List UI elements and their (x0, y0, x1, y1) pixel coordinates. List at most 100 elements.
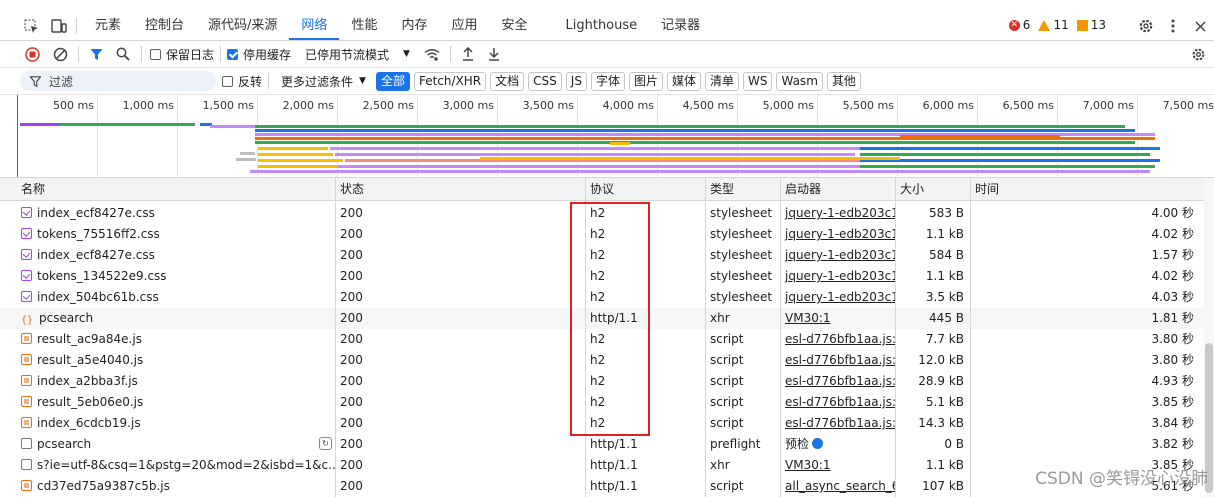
tab-6[interactable]: 应用 (439, 12, 489, 40)
export-har-download-icon[interactable] (483, 41, 505, 67)
cell-initiator[interactable]: esl-d776bfb1aa.js:3 (780, 350, 895, 371)
filter-chip-2[interactable]: 文档 (490, 71, 525, 91)
invert-checkbox[interactable]: 反转 (222, 68, 262, 94)
stop-recording-icon[interactable] (20, 41, 44, 67)
cell-name[interactable]: result_ac9a84e.js (16, 329, 336, 350)
table-row[interactable]: cd37ed75a9387c5b.js 200 http/1.1 script all_… (0, 476, 1214, 497)
cell-initiator[interactable]: VM30:1 (780, 308, 895, 329)
table-row[interactable]: pcsearch ↻ 200 http/1.1 preflight 预检 0 B 3.82 秒 (0, 434, 1214, 455)
cell-name[interactable]: index_ecf8427e.css (16, 203, 336, 224)
throttling-select[interactable]: 已停用节流模式 ▼ (305, 41, 410, 67)
cell-name[interactable]: result_5eb06e0.js (16, 392, 336, 413)
cell-status: 200 (335, 434, 585, 455)
cell-initiator[interactable]: jquery-1-edb203c1 (780, 266, 895, 287)
search-icon[interactable] (111, 41, 135, 67)
table-row[interactable]: s?ie=utf-8&csq=1&pstg=20&mod=2&isbd=1&c.… (0, 455, 1214, 476)
tab-1[interactable]: 控制台 (133, 12, 196, 40)
cell-name[interactable]: tokens_134522e9.css (16, 266, 336, 287)
more-options-icon[interactable] (1160, 12, 1186, 40)
import-har-upload-icon[interactable] (457, 41, 479, 67)
preserve-log-check[interactable] (150, 48, 161, 60)
inspect-element-icon[interactable] (20, 12, 42, 40)
filter-chip-11[interactable]: 其他 (826, 71, 861, 91)
status-text: 200 (340, 353, 363, 367)
more-filters-dropdown[interactable]: 更多过滤条件 ▼ (281, 68, 366, 94)
cell-name[interactable]: index_ecf8427e.css (16, 245, 336, 266)
resend-request-icon[interactable]: ↻ (319, 437, 332, 450)
col-header-type[interactable]: 类型 (705, 178, 780, 200)
col-header-time[interactable]: 时间 (970, 178, 1200, 200)
cell-name[interactable]: pcsearch ↻ (16, 434, 336, 455)
col-header-initiator[interactable]: 启动器 (780, 178, 895, 200)
column-divider[interactable] (335, 178, 336, 497)
disable-cache-checkbox[interactable]: 停用缓存 (227, 41, 291, 67)
tab-5[interactable]: 内存 (389, 12, 439, 40)
cell-initiator[interactable]: jquery-1-edb203c1 (780, 203, 895, 224)
filter-chip-9[interactable]: WS (743, 71, 773, 91)
column-divider[interactable] (780, 178, 781, 497)
tab-0[interactable]: 元素 (83, 12, 133, 40)
disable-cache-check[interactable] (227, 48, 239, 60)
filter-chip-1[interactable]: Fetch/XHR (413, 71, 487, 91)
preserve-log-checkbox[interactable]: 保留日志 (150, 41, 214, 67)
waterfall-bar (860, 159, 1160, 162)
network-conditions-wifi-icon[interactable] (420, 41, 444, 67)
cell-initiator[interactable]: 预检 (780, 434, 895, 455)
filter-chip-0[interactable]: 全部 (375, 71, 410, 91)
cell-initiator[interactable]: esl-d776bfb1aa.js:3 (780, 413, 895, 434)
cell-name[interactable]: index_a2bba3f.js (16, 371, 336, 392)
cell-name[interactable]: index_504bc61b.css (16, 287, 336, 308)
device-toolbar-icon[interactable] (48, 12, 70, 40)
tab-2[interactable]: 源代码/来源 (196, 12, 289, 40)
filter-funnel-icon[interactable] (85, 41, 107, 67)
cell-name[interactable]: tokens_75516ff2.css (16, 224, 336, 245)
filter-input[interactable]: 过滤 (20, 71, 216, 91)
col-header-name[interactable]: 名称 (16, 178, 336, 200)
clear-icon[interactable] (48, 41, 72, 67)
tab-7[interactable]: 安全 (489, 12, 539, 40)
cell-initiator[interactable]: jquery-1-edb203c1 (780, 245, 895, 266)
col-header-protocol[interactable]: 协议 (585, 178, 705, 200)
timeline-overview[interactable]: 500 ms 1,000 ms 1,500 ms 2,000 ms 2,500 ms 3,… (0, 95, 1214, 178)
cell-initiator[interactable]: esl-d776bfb1aa.js:3 (780, 371, 895, 392)
filter-chip-7[interactable]: 媒体 (666, 71, 701, 91)
error-count[interactable]: ✕ 6 (1008, 18, 1030, 32)
cell-initiator[interactable]: esl-d776bfb1aa.js:3 (780, 392, 895, 413)
cell-initiator[interactable]: VM30:1 (780, 455, 895, 476)
settings-gear-icon[interactable] (1132, 12, 1160, 40)
tab-8[interactable]: Lighthouse (554, 12, 650, 40)
filter-chip-6[interactable]: 图片 (628, 71, 663, 91)
network-toolbar: 保留日志 停用缓存 已停用节流模式 ▼ (0, 41, 1214, 68)
tab-9[interactable]: 记录器 (649, 12, 712, 40)
cell-initiator[interactable]: jquery-1-edb203c1 (780, 287, 895, 308)
column-divider[interactable] (970, 178, 971, 497)
cell-initiator[interactable]: jquery-1-edb203c1 (780, 224, 895, 245)
cell-name[interactable]: result_a5e4040.js (16, 350, 336, 371)
col-header-status[interactable]: 状态 (335, 178, 585, 200)
table-scrollbar[interactable] (1204, 178, 1214, 497)
filter-chip-4[interactable]: JS (565, 71, 587, 91)
col-header-size[interactable]: 大小 (895, 178, 970, 200)
filter-chip-8[interactable]: 清单 (704, 71, 739, 91)
tab-3[interactable]: 网络 (289, 12, 340, 40)
filter-chip-10[interactable]: Wasm (776, 71, 823, 91)
cell-initiator[interactable]: all_async_search_6f (780, 476, 895, 497)
cell-name[interactable]: cd37ed75a9387c5b.js (16, 476, 336, 497)
invert-check[interactable] (222, 75, 233, 87)
issues-count[interactable]: 13 (1076, 18, 1106, 32)
column-divider[interactable] (895, 178, 896, 497)
tab-4[interactable]: 性能 (339, 12, 389, 40)
warning-count[interactable]: 11 (1038, 18, 1069, 32)
cell-name[interactable]: {} pcsearch (16, 308, 336, 329)
cell-initiator[interactable]: esl-d776bfb1aa.js:3 (780, 329, 895, 350)
error-icon: ✕ (1008, 19, 1020, 31)
filter-chip-5[interactable]: 字体 (590, 71, 625, 91)
issue-counters[interactable]: ✕ 6 11 13 (1008, 18, 1106, 32)
document-file-icon (21, 438, 32, 449)
cell-name[interactable]: s?ie=utf-8&csq=1&pstg=20&mod=2&isbd=1&c.… (16, 455, 336, 476)
network-settings-gear-icon[interactable] (1186, 41, 1210, 67)
filter-chip-3[interactable]: CSS (528, 71, 562, 91)
close-icon[interactable] (1186, 12, 1214, 40)
column-divider[interactable] (705, 178, 706, 497)
cell-name[interactable]: index_6cdcb19.js (16, 413, 336, 434)
